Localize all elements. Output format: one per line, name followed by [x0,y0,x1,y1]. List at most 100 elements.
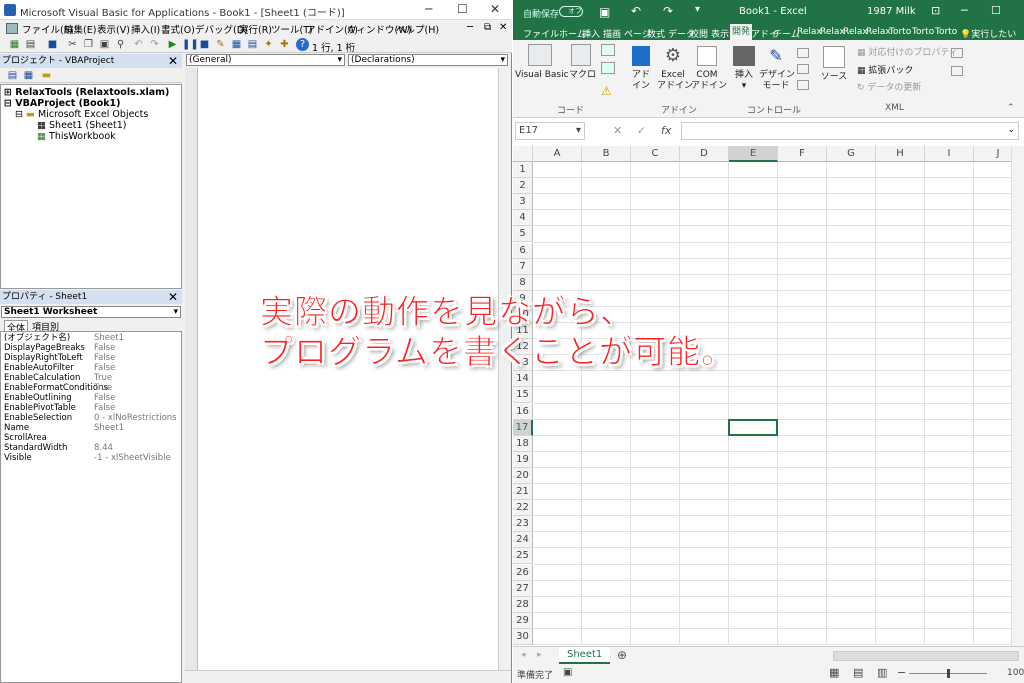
page-layout-icon[interactable]: ▤ [853,666,863,679]
redo-icon[interactable]: ↷ [148,38,161,51]
row-header[interactable]: 30 [513,628,533,645]
mdi-restore-icon[interactable]: ⧉ [484,22,491,33]
prev-sheet-icon[interactable]: ◂ [521,650,526,660]
source-button[interactable]: ソース [819,46,849,83]
row-header[interactable]: 8 [513,274,533,291]
copy-icon[interactable]: ❐ [82,38,95,51]
maximize-icon[interactable]: ☐ [457,2,468,16]
row-header[interactable]: 16 [513,403,533,420]
object-browser-icon[interactable]: ✦ [262,38,275,51]
add-sheet-icon[interactable]: ⊕ [617,648,627,662]
addins-button[interactable]: アド イン [628,46,654,92]
tab-relax-1[interactable]: Relax [797,27,822,37]
properties-close-icon[interactable]: ✕ [168,290,178,304]
properties-object-select[interactable]: Sheet1 Worksheet ▾ [1,306,181,318]
design-mode-button[interactable]: ✎ デザイン モード [759,46,795,92]
property-row[interactable]: Name Sheet1 [4,423,182,433]
property-row[interactable]: Visible -1 - xlSheetVisible [4,453,182,463]
row-header[interactable]: 1 [513,162,533,179]
column-header[interactable]: F [778,146,827,162]
row-header[interactable]: 4 [513,210,533,227]
tab-relax-4[interactable]: Relax [866,27,891,37]
tab-view[interactable]: 表示 [711,27,729,40]
tree-excel-objects[interactable]: ⊟ ▬ Microsoft Excel Objects [15,109,148,120]
project-close-icon[interactable]: ✕ [168,54,178,68]
tab-formulas[interactable]: 数式 [647,27,665,40]
project-explorer-icon[interactable]: ▦ [230,38,243,51]
toolbox-icon[interactable]: ✚ [278,38,291,51]
property-row[interactable]: EnableFormatConditions True [4,383,182,393]
next-sheet-icon[interactable]: ▸ [537,650,542,660]
tab-file[interactable]: ファイル [523,27,559,40]
property-row[interactable]: EnableOutlining False [4,393,182,403]
row-header[interactable]: 6 [513,242,533,259]
insert-module-icon[interactable]: ▤ [24,38,37,51]
column-header[interactable]: C [631,146,680,162]
row-header[interactable]: 26 [513,564,533,581]
row-header[interactable]: 20 [513,467,533,484]
map-properties-button[interactable]: ▦ 対応付けのプロパティ [857,48,958,59]
tell-me[interactable]: 💡実行したい [960,27,1016,40]
record-macro-icon[interactable] [601,44,615,56]
qat-customize-icon[interactable]: ▾ [695,4,700,15]
view-code-icon[interactable]: ▤ [6,69,19,82]
tab-torto-1[interactable]: Torto [889,27,911,37]
tab-relax-2[interactable]: Relax [820,27,845,37]
tab-draw[interactable]: 描画 [603,27,621,40]
row-header[interactable]: 22 [513,500,533,517]
column-header[interactable]: G [827,146,876,162]
column-header[interactable]: D [680,146,729,162]
close-icon[interactable]: ✕ [490,2,500,16]
macro-record-icon[interactable]: ▣ [563,667,572,678]
reset-icon[interactable]: ■ [198,38,211,51]
row-header[interactable]: 19 [513,451,533,468]
row-header[interactable]: 7 [513,258,533,275]
column-header[interactable]: B [582,146,631,162]
select-all-corner[interactable] [513,146,533,162]
com-addins-button[interactable]: COM アドイン [691,46,727,92]
property-row[interactable]: EnableSelection 0 - xlNoRestrictions [4,413,182,423]
properties-icon[interactable]: ▤ [246,38,259,51]
row-header[interactable]: 3 [513,194,533,211]
mdi-minimize-icon[interactable]: ─ [467,22,473,33]
property-row[interactable]: (オブジェクト名) Sheet1 [4,333,182,343]
menu-help[interactable]: ヘルプ(H) [396,22,439,36]
collapse-ribbon-icon[interactable]: ⌃ [1007,103,1015,113]
minimize-icon[interactable]: ─ [961,4,968,17]
maximize-icon[interactable]: ☐ [991,4,1001,17]
minimize-icon[interactable]: ─ [425,2,432,16]
undo-icon[interactable]: ↶ [132,38,145,51]
autosave-toggle[interactable]: オフ [559,6,583,17]
property-row[interactable]: StandardWidth 8.44 [4,443,182,453]
worksheet-grid[interactable]: A B C D E F G H I J 1 2 3 4 5 6 7 8 9 10 11 12 13 14 15 16 17 18 19 2… [513,146,1024,646]
column-header[interactable]: A [533,146,582,162]
toggle-folders-icon[interactable]: ▬ [40,69,53,82]
visual-basic-button[interactable]: Visual Basic [515,44,569,81]
row-header[interactable]: 28 [513,596,533,613]
tab-team[interactable]: チーム [773,27,800,40]
insert-control-button[interactable]: 挿入 ▾ [731,46,757,92]
row-header[interactable]: 27 [513,580,533,597]
menu-view[interactable]: 表示(V) [97,22,130,36]
macro-button[interactable]: マクロ [569,44,596,81]
vertical-scrollbar[interactable] [1011,146,1024,646]
code-hscrollbar[interactable] [185,670,511,683]
tab-relax-3[interactable]: Relax [843,27,868,37]
ribbon-display-icon[interactable]: ⊡ [931,4,940,17]
redo-icon[interactable]: ↷ [663,4,673,18]
row-header[interactable]: 24 [513,532,533,549]
column-header[interactable]: I [925,146,974,162]
row-header[interactable]: 25 [513,548,533,565]
refresh-data-button[interactable]: ↻ データの更新 [857,83,921,94]
export-icon[interactable] [951,66,963,76]
property-row[interactable]: EnablePivotTable False [4,403,182,413]
view-code-icon[interactable] [797,64,809,74]
row-header[interactable]: 21 [513,484,533,501]
object-dropdown[interactable]: (General) ▾ [186,54,345,66]
save-icon[interactable]: ▣ [599,5,610,19]
menu-edit[interactable]: 編集(E) [64,22,96,36]
row-header[interactable]: 2 [513,178,533,195]
cancel-icon[interactable]: ✕ [613,124,622,137]
tab-review[interactable]: 校閲 [690,27,708,40]
row-header[interactable]: 29 [513,612,533,629]
